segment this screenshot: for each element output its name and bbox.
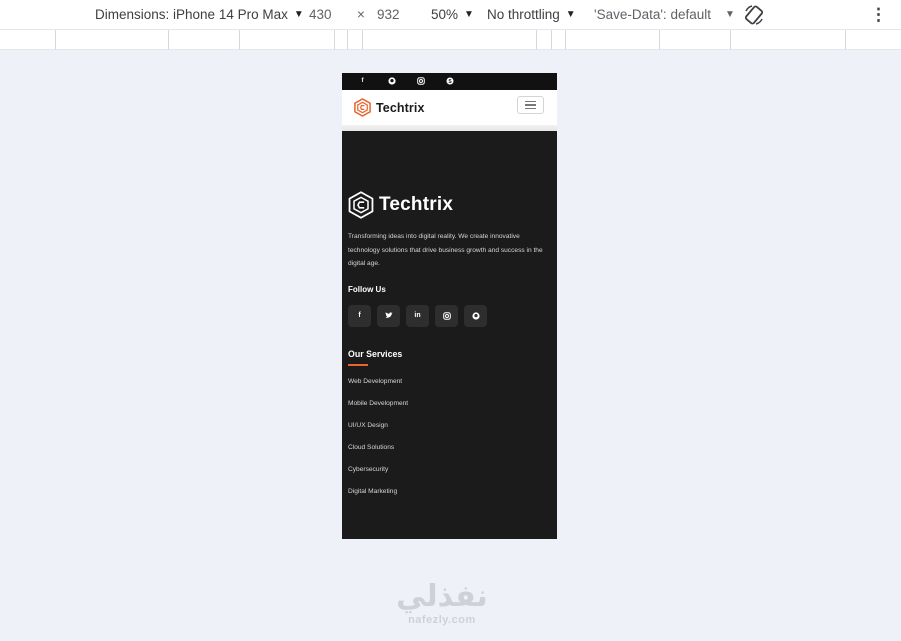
- rotate-icon: [744, 4, 764, 25]
- service-link[interactable]: Digital Marketing: [348, 486, 551, 508]
- height-input[interactable]: 932: [377, 0, 400, 29]
- width-input[interactable]: 430: [309, 0, 332, 29]
- github-icon[interactable]: [464, 304, 487, 327]
- skype-icon[interactable]: S: [445, 77, 454, 86]
- chevron-down-icon: ▼: [293, 9, 304, 20]
- zoom-dropdown[interactable]: 50% ▼: [431, 0, 474, 29]
- logo-icon: [348, 191, 374, 219]
- footer-social-links: f in: [348, 304, 551, 327]
- rotate-button[interactable]: [743, 0, 765, 29]
- instagram-icon[interactable]: [435, 304, 458, 327]
- facebook-icon[interactable]: f: [358, 77, 367, 86]
- device-dropdown[interactable]: Dimensions: iPhone 14 Pro Max ▼: [95, 0, 304, 29]
- watermark-latin: nafezly.com: [408, 614, 476, 626]
- devtools-toolbar: Dimensions: iPhone 14 Pro Max ▼ 430 × 93…: [0, 0, 901, 29]
- hamburger-icon: [525, 101, 536, 103]
- follow-heading: Follow Us: [348, 284, 386, 294]
- chevron-down-icon: ▼: [464, 9, 474, 20]
- throttling-dropdown-label: No throttling: [487, 7, 560, 22]
- instagram-icon[interactable]: [416, 77, 425, 86]
- save-data-dropdown[interactable]: 'Save-Data': default ▼: [594, 0, 735, 29]
- service-link[interactable]: Cloud Solutions: [348, 442, 551, 464]
- menu-toggle-button[interactable]: [517, 96, 544, 114]
- logo-icon[interactable]: [353, 98, 372, 117]
- service-link[interactable]: Mobile Development: [348, 398, 551, 420]
- device-dropdown-label: Dimensions: iPhone 14 Pro Max: [95, 7, 288, 22]
- site-brand[interactable]: Techtrix: [376, 101, 425, 115]
- site-footer: Techtrix Transforming ideas into digital…: [342, 191, 557, 508]
- service-link[interactable]: Web Development: [348, 376, 551, 398]
- dimension-separator: ×: [357, 7, 365, 22]
- linkedin-icon[interactable]: in: [406, 304, 429, 327]
- chevron-down-icon: ▼: [565, 9, 576, 20]
- save-data-label: 'Save-Data': default: [594, 7, 711, 22]
- services-heading-underline: [348, 363, 368, 366]
- zoom-dropdown-label: 50%: [431, 7, 459, 22]
- github-icon[interactable]: [387, 77, 396, 86]
- more-options-button[interactable]: ⋮: [870, 0, 887, 29]
- twitter-icon[interactable]: [377, 304, 400, 327]
- footer-brand-name: Techtrix: [379, 194, 454, 215]
- device-viewport: f S Techtrix Techtrix Transforming ideas…: [342, 73, 557, 539]
- service-link[interactable]: UI/UX Design: [348, 420, 551, 442]
- services-heading: Our Services: [348, 348, 403, 359]
- site-navbar: Techtrix: [342, 90, 557, 125]
- throttling-dropdown[interactable]: No throttling ▼: [487, 0, 576, 29]
- chevron-down-icon: ▼: [724, 9, 735, 20]
- top-social-bar: f S: [342, 73, 557, 90]
- watermark-arabic: نفذلي: [396, 579, 488, 614]
- footer-description: Transforming ideas into digital reality.…: [348, 233, 543, 268]
- footer-brand: Techtrix: [348, 191, 551, 219]
- media-query-ruler: [0, 29, 901, 50]
- services-list: Web Development Mobile Development UI/UX…: [348, 376, 551, 508]
- service-link[interactable]: Cybersecurity: [348, 464, 551, 486]
- watermark: نفذلي nafezly.com: [396, 579, 488, 627]
- facebook-icon[interactable]: f: [348, 304, 371, 327]
